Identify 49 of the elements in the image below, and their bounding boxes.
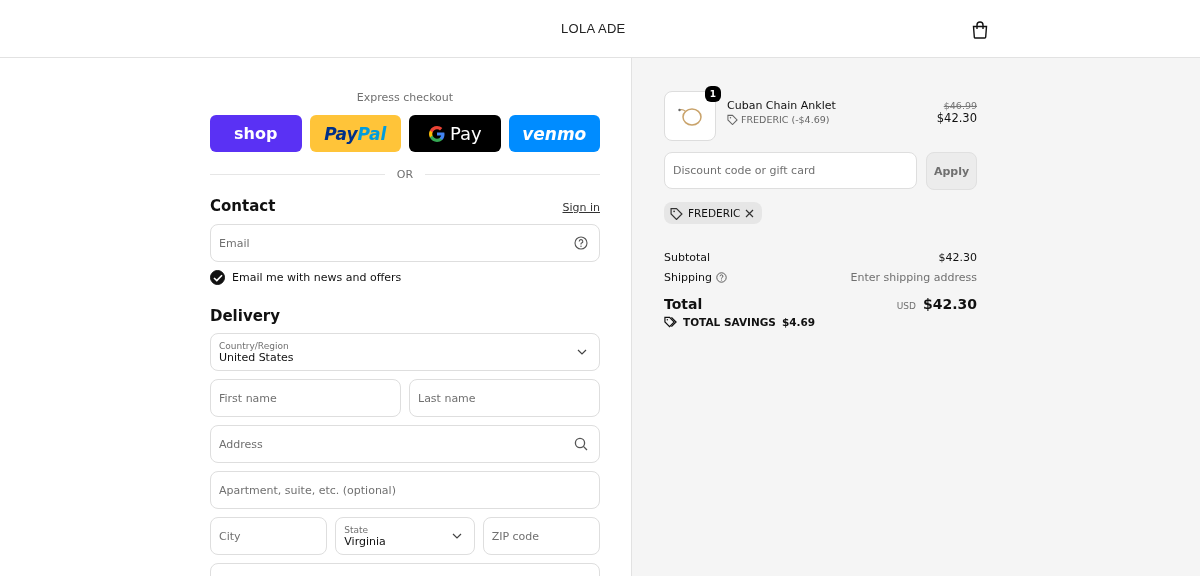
- subtotal-label: Subtotal: [664, 251, 711, 264]
- delivery-heading: Delivery: [210, 307, 281, 325]
- paypal-button[interactable]: PayPal: [309, 115, 401, 152]
- product-price: $42.30: [936, 110, 977, 125]
- select-field[interactable]: State Virginia: [335, 517, 475, 555]
- total-savings-label: TOTAL SAVINGS: [683, 316, 776, 328]
- email-field[interactable]: Email: [210, 224, 600, 262]
- total-label: Total: [664, 296, 703, 312]
- select-field[interactable]: Country/Region United States: [210, 333, 600, 371]
- total-value: $42.30: [922, 296, 977, 312]
- subtotal-value: $42.30: [938, 251, 977, 264]
- or-divider-text: OR: [396, 168, 414, 181]
- newsletter-checkbox[interactable]: [210, 270, 225, 285]
- tag-icon: [670, 206, 683, 220]
- input-field[interactable]: Last name: [409, 379, 600, 417]
- input-field[interactable]: Apartment, suite, etc. (optional): [210, 471, 600, 509]
- product-discount: FREDERIC (-$4.69): [741, 114, 830, 125]
- close-icon[interactable]: [745, 208, 755, 218]
- chevron-down-icon: [451, 533, 462, 539]
- input-field[interactable]: ZIP code: [482, 517, 600, 555]
- chevron-down-icon: [577, 349, 587, 355]
- g-logo-icon: [427, 124, 446, 143]
- help-icon[interactable]: [716, 272, 727, 283]
- quantity-badge: 1: [705, 86, 721, 102]
- address-field[interactable]: Address: [210, 425, 600, 463]
- express-checkout-title: Express checkout: [355, 91, 455, 104]
- shipping-value: Enter shipping address: [850, 271, 977, 284]
- input-field[interactable]: City: [210, 517, 328, 555]
- shop-pay-button[interactable]: shop: [210, 115, 302, 152]
- newsletter-label: Email me with news and offers: [232, 271, 402, 284]
- contact-heading: Contact: [210, 197, 276, 215]
- discount-code-text: FREDERIC: [688, 207, 741, 219]
- shopping-bag-icon[interactable]: [972, 20, 988, 39]
- original-price: $46.99: [943, 99, 977, 111]
- product-name: Cuban Chain Anklet: [727, 99, 837, 112]
- anklet-drawing: [677, 105, 703, 127]
- tag-icon: [727, 114, 738, 125]
- apply-button[interactable]: Apply: [926, 152, 977, 190]
- currency-code: USD: [896, 301, 916, 311]
- discount-code-field[interactable]: Discount code or gift card: [664, 152, 917, 189]
- help-icon[interactable]: [574, 236, 588, 250]
- store-name[interactable]: LOLA ADE: [561, 21, 626, 36]
- google-pay-button[interactable]: Pay: [409, 115, 501, 152]
- shipping-label: Shipping: [664, 271, 712, 284]
- sign-in-link[interactable]: Sign in: [562, 201, 600, 214]
- search-icon: [574, 437, 588, 451]
- input-field[interactable]: First name: [210, 379, 401, 417]
- tags-icon: [664, 316, 677, 328]
- total-savings-value: $4.69: [781, 316, 816, 328]
